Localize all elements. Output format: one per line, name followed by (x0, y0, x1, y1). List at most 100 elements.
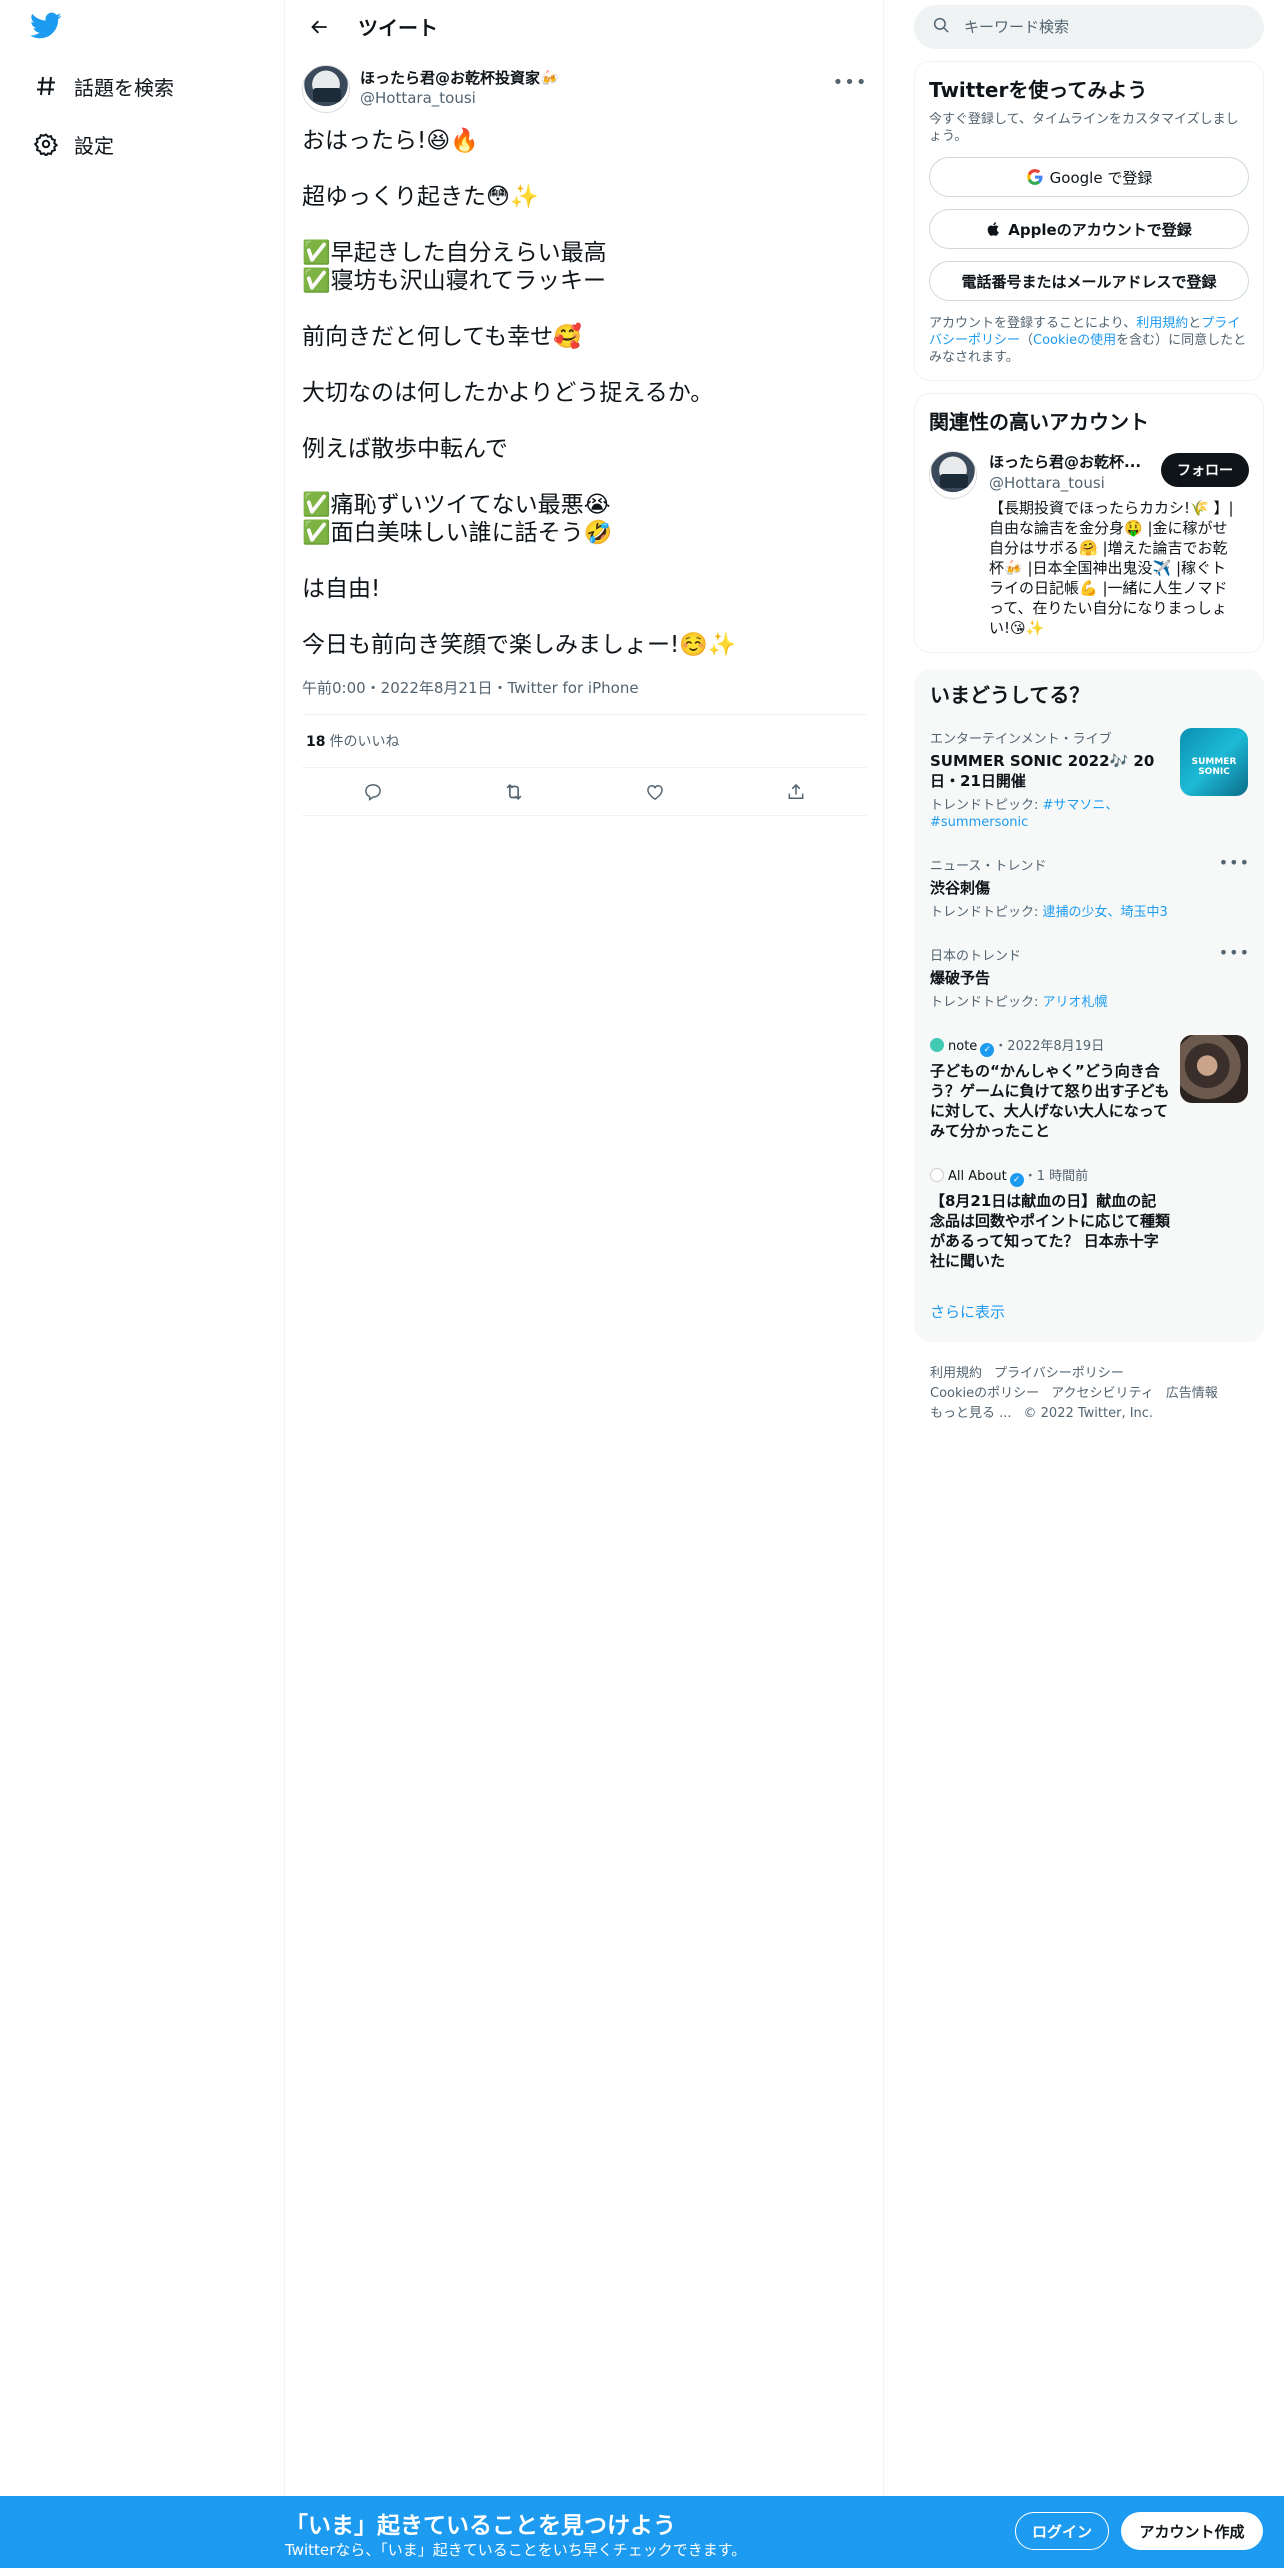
tweet-paragraph: おはったら!😆🔥 (302, 128, 479, 154)
avatar[interactable] (302, 65, 350, 113)
legal-text: と (1188, 316, 1202, 331)
trend-topic-prefix: トレンドトピック: (930, 905, 1043, 920)
summer-sonic-thumbnail: SUMMER SONIC (1180, 728, 1248, 796)
nav-item-label: 話題を検索 (74, 75, 174, 100)
search-icon (932, 16, 950, 38)
tweet-paragraph: 例えば散歩中転んで (302, 436, 508, 462)
tweet-paragraph: は自由! (302, 576, 381, 602)
tweet-paragraph: ✅痛恥ずいツイてない最悪😭 ✅面白美味しい誰に話そう🤣 (302, 492, 613, 546)
news-source: All About (948, 1169, 1007, 1184)
allabout-logo-icon (930, 1168, 944, 1182)
footer-links: 利用規約 プライバシーポリシー Cookieのポリシー アクセシビリティ 広告情報 も… (914, 1342, 1264, 1446)
tweet-paragraph: 前向きだと何しても幸せ🥰 (302, 324, 582, 350)
signup-legal-text: アカウントを登録することにより、利用規約とプライバシーポリシー（Cookieの使… (929, 315, 1249, 366)
google-signup-label: Google で登録 (1049, 168, 1153, 187)
search-input[interactable] (964, 18, 1224, 36)
svg-text:SONIC: SONIC (1198, 767, 1230, 777)
like-heart-icon[interactable] (637, 774, 673, 810)
trend-topic-prefix: トレンドトピック: (930, 995, 1043, 1010)
back-arrow-icon[interactable] (302, 9, 338, 45)
tweet-paragraph: ✅早起きした自分えらい最高 ✅寝坊も沢山寝れてラッキー (302, 240, 607, 294)
google-signup-button[interactable]: Google で登録 (929, 157, 1249, 197)
signup-card-title: Twitterを使ってみよう (929, 78, 1148, 102)
twitter-logo-icon[interactable] (30, 12, 70, 46)
trend-context: 日本のトレンド (930, 949, 1022, 964)
follow-button[interactable]: フォロー (1161, 453, 1249, 487)
reply-icon[interactable] (355, 774, 391, 810)
news-time: ・1 時間前 (1023, 1169, 1089, 1184)
share-icon[interactable] (778, 774, 814, 810)
cookie-link[interactable]: Cookieの使用 (1033, 333, 1116, 348)
footer-link[interactable]: Cookieのポリシー (930, 1386, 1039, 1401)
phone-email-signup-label: 電話番号またはメールアドレスで登録 (961, 272, 1217, 291)
news-source-row: note ✓ ・2022年8月19日 (930, 1035, 1170, 1057)
author-display-name[interactable]: ほったら君@お乾杯投資家🍻 (360, 67, 559, 88)
related-account-name[interactable]: ほったら君@お乾杯... (989, 451, 1144, 472)
footer-link[interactable]: アクセシビリティ (1051, 1386, 1154, 1401)
google-icon (1026, 169, 1043, 185)
hashtag-icon (22, 60, 74, 112)
nav-item-label: 設定 (74, 133, 114, 158)
author-handle[interactable]: @Hottara_tousi (360, 89, 559, 107)
trend-topic-prefix: トレンドトピック: (930, 798, 1043, 813)
login-button[interactable]: ログイン (1015, 2512, 1109, 2550)
footer-link[interactable]: 広告情報 (1166, 1386, 1218, 1401)
phone-email-signup-button[interactable]: 電話番号またはメールアドレスで登録 (929, 261, 1249, 301)
avatar[interactable] (929, 451, 977, 499)
related-account-bio: 【長期投資でほったらカカシ!🌾 】|自由な論吉を金分身🤑 |金に稼がせ自分はサボ… (989, 499, 1234, 637)
gear-icon (22, 118, 74, 170)
search-bar[interactable] (914, 5, 1264, 49)
footer-link[interactable]: プライバシーポリシー (994, 1366, 1124, 1381)
tweet-text: おはったら!😆🔥 超ゆっくり起きた😳✨ ✅早起きした自分えらい最高 ✅寝坊も沢山… (302, 127, 867, 659)
apple-signup-label: Appleのアカウントで登録 (1008, 220, 1192, 239)
trend-name: 渋谷刺傷 (930, 879, 991, 897)
trend-topic: トレンドトピック: アリオ札幌 (930, 994, 1248, 1011)
signup-card: Twitterを使ってみよう 今すぐ登録して、タイムラインをカスタマイズしましょ… (914, 61, 1264, 381)
tweet-timestamp[interactable]: 午前0:00・2022年8月21日・Twitter for iPhone (302, 677, 867, 715)
legal-text: （ (1020, 333, 1034, 348)
likes-count[interactable]: 18 件のいいね (302, 715, 867, 768)
trend-topic-link[interactable]: 逮捕の少女、埼玉中3 (1043, 905, 1168, 920)
nav-item-explore[interactable]: 話題を検索 (22, 60, 174, 112)
tweet-author: ほったら君@お乾杯投資家🍻 @Hottara_tousi ••• (302, 65, 867, 113)
tweet: ほったら君@お乾杯投資家🍻 @Hottara_tousi ••• おはったら!😆… (286, 53, 883, 816)
footer-link[interactable]: 利用規約 (930, 1366, 982, 1381)
trend-topic-link[interactable]: アリオ札幌 (1043, 995, 1108, 1010)
apple-signup-button[interactable]: Appleのアカウントで登録 (929, 209, 1249, 249)
news-thumbnail (1180, 1035, 1248, 1103)
left-navigation: 話題を検索 設定 (0, 0, 285, 2496)
nav-item-settings[interactable]: 設定 (22, 118, 114, 170)
related-accounts-title: 関連性の高いアカウント (929, 410, 1149, 434)
copyright: © 2022 Twitter, Inc. (1023, 1406, 1154, 1421)
tweet-paragraph: 今日も前向き笑顔で楽しみましょー!☺️✨ (302, 632, 737, 658)
more-options-icon[interactable]: ••• (1219, 853, 1250, 872)
trend-name: SUMMER SONIC 2022🎶 20日・21日開催 (930, 752, 1155, 790)
trend-context: エンターテインメント・ライブ (930, 732, 1112, 747)
tweet-paragraph: 大切なのは何したかよりどう捉えるか。 (302, 380, 714, 406)
trend-item[interactable]: ニュース・トレンド 渋谷刺傷 トレンドトピック: 逮捕の少女、埼玉中3 ••• (914, 843, 1264, 933)
legal-text: アカウントを登録することにより、 (929, 316, 1137, 331)
more-options-icon[interactable]: ••• (833, 65, 867, 99)
bottom-bar-title: 「いま」起きていることを見つけよう (285, 2513, 676, 2539)
likes-number: 18 (306, 734, 326, 750)
trend-context: ニュース・トレンド (930, 859, 1047, 874)
trend-name: 爆破予告 (930, 969, 991, 987)
trend-item[interactable]: エンターテインメント・ライブ SUMMER SONIC 2022🎶 20日・21… (914, 716, 1264, 843)
related-account[interactable]: ほったら君@お乾杯... @Hottara_tousi 【長期投資でほったらカカ… (929, 451, 1249, 638)
news-headline: 子どもの“かんしゃく”どう向き合う？ゲームに負けて怒り出す子どもに対して、大人げ… (930, 1062, 1170, 1140)
tweet-paragraph: 超ゆっくり起きた😳✨ (302, 184, 539, 210)
create-account-button[interactable]: アカウント作成 (1121, 2512, 1263, 2550)
news-item[interactable]: All About ✓ ・1 時間前 【8月21日は献血の日】献血の記念品は回数やポ… (914, 1153, 1264, 1283)
show-more-link[interactable]: さらに表示 (914, 1283, 1264, 1342)
news-item[interactable]: note ✓ ・2022年8月19日 子どもの“かんしゃく”どう向き合う？ゲームに負… (914, 1023, 1264, 1153)
terms-link[interactable]: 利用規約 (1136, 316, 1188, 331)
page-title: ツイート (358, 16, 438, 40)
main-column: ツイート ほったら君@お乾杯投資家🍻 @Hottara_tousi ••• おは… (286, 0, 884, 2496)
trend-item[interactable]: 日本のトレンド 爆破予告 トレンドトピック: アリオ札幌 ••• (914, 933, 1264, 1023)
verified-badge-icon: ✓ (980, 1043, 995, 1057)
svg-text:SUMMER: SUMMER (1192, 757, 1237, 767)
news-time: ・2022年8月19日 (994, 1039, 1105, 1054)
footer-link[interactable]: もっと見る ... (930, 1406, 1012, 1421)
more-options-icon[interactable]: ••• (1219, 943, 1250, 962)
retweet-icon[interactable] (496, 774, 532, 810)
